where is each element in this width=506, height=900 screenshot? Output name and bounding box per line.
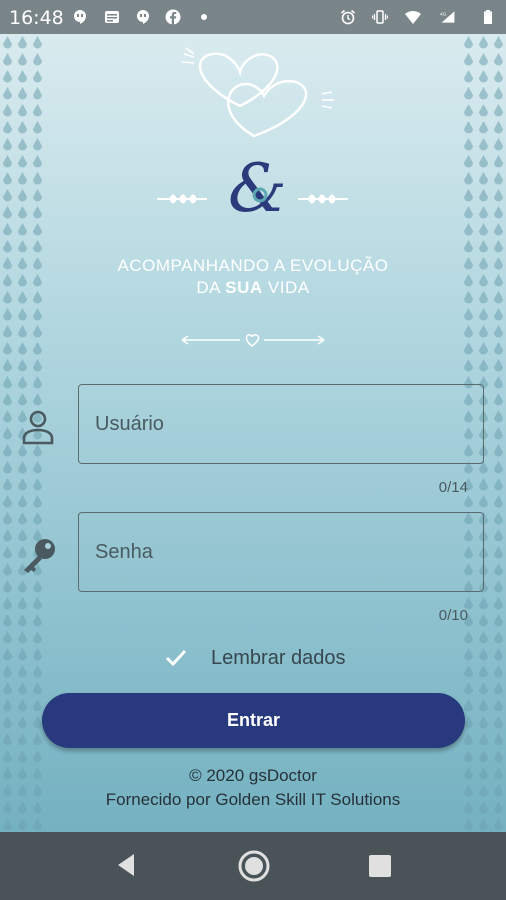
back-icon[interactable] xyxy=(114,850,138,880)
user-icon xyxy=(22,410,54,445)
status-time: 16:48 xyxy=(9,7,64,29)
system-nav-bar xyxy=(0,832,506,900)
username-input[interactable] xyxy=(79,385,483,463)
laurel-right-icon xyxy=(298,194,348,204)
remember-data-label[interactable]: Lembrar dados xyxy=(211,647,346,670)
news-icon xyxy=(105,11,119,23)
password-char-counter: 0/10 xyxy=(438,607,468,624)
facebook-icon xyxy=(165,9,181,25)
enter-button[interactable]: Entrar xyxy=(42,693,465,748)
hangouts-icon xyxy=(137,10,149,24)
tagline-line-1: ACOMPANHANDO A EVOLUÇÃO xyxy=(117,256,389,275)
wifi-icon xyxy=(405,10,421,24)
checkmark-icon[interactable] xyxy=(165,649,187,667)
tagline-emphasis: SUA xyxy=(225,278,263,297)
recents-icon[interactable] xyxy=(368,854,392,878)
provider-text: Fornecido por Golden Skill IT Solutions xyxy=(105,790,401,809)
signal-icon: 4G xyxy=(440,11,455,23)
laurel-left-icon xyxy=(157,194,207,204)
login-screen: & ACOMPANHANDO A EVOLUÇÃO DA SUA VIDA 0/… xyxy=(0,34,506,832)
password-field[interactable] xyxy=(78,512,484,592)
remember-data-toggle[interactable]: Lembrar dados xyxy=(165,642,346,674)
password-input[interactable] xyxy=(79,513,483,591)
heart-divider-icon xyxy=(181,334,325,347)
hearts-logo-icon xyxy=(181,47,334,138)
notification-dot-icon xyxy=(201,14,207,20)
copyright-text: © 2020 gsDoctor xyxy=(189,766,317,785)
svg-text:&: & xyxy=(228,151,286,221)
tagline-line-2: DA SUA VIDA xyxy=(196,278,310,297)
home-icon[interactable] xyxy=(237,849,271,883)
alarm-icon xyxy=(340,9,356,25)
vibrate-icon xyxy=(372,10,388,24)
key-icon xyxy=(24,539,55,573)
username-field[interactable] xyxy=(78,384,484,464)
hangouts-icon xyxy=(74,10,86,24)
battery-icon xyxy=(484,10,492,24)
network-type-label: 4G xyxy=(440,11,447,17)
username-char-counter: 0/14 xyxy=(438,479,468,496)
ampersand-logo-icon: & xyxy=(228,151,286,221)
status-bar: 16:48 4G xyxy=(0,0,506,34)
